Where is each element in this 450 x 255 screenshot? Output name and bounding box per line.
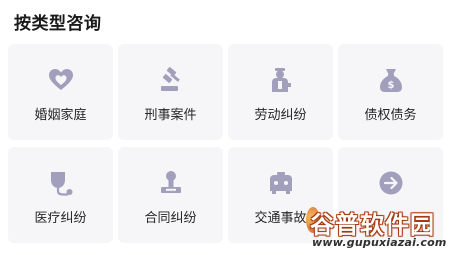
category-label: 交通事故 xyxy=(254,211,307,226)
category-card-contract[interactable]: 合同纠纷 xyxy=(118,147,223,243)
money-bag-icon: $ xyxy=(376,66,406,94)
stamp-icon xyxy=(156,169,186,197)
category-grid: 婚姻家庭 刑事案件 劳动纠纷 $ 债权债务 医疗纠纷 合同纠纷 交通事故 xyxy=(8,44,443,246)
worker-icon xyxy=(266,66,296,94)
more-categories-card[interactable] xyxy=(338,147,443,243)
svg-text:$: $ xyxy=(387,80,394,91)
section-title: 按类型咨询 xyxy=(14,14,102,34)
category-card-debt[interactable]: $ 债权债务 xyxy=(338,44,443,140)
category-card-marriage[interactable]: 婚姻家庭 xyxy=(8,44,113,140)
category-label: 劳动纠纷 xyxy=(254,108,307,123)
category-label: 医疗纠纷 xyxy=(34,211,87,226)
category-card-medical[interactable]: 医疗纠纷 xyxy=(8,147,113,243)
category-card-criminal[interactable]: 刑事案件 xyxy=(118,44,223,140)
heart-icon xyxy=(46,66,76,94)
category-label: 债权债务 xyxy=(364,108,417,123)
gavel-icon xyxy=(156,66,186,94)
vehicle-icon xyxy=(266,169,296,197)
stethoscope-icon xyxy=(46,169,76,197)
category-card-labor[interactable]: 劳动纠纷 xyxy=(228,44,333,140)
category-label: 合同纠纷 xyxy=(144,211,197,226)
arrow-right-icon xyxy=(376,169,406,197)
category-label: 刑事案件 xyxy=(144,108,197,123)
category-label: 婚姻家庭 xyxy=(34,108,87,123)
category-card-traffic[interactable]: 交通事故 xyxy=(228,147,333,243)
